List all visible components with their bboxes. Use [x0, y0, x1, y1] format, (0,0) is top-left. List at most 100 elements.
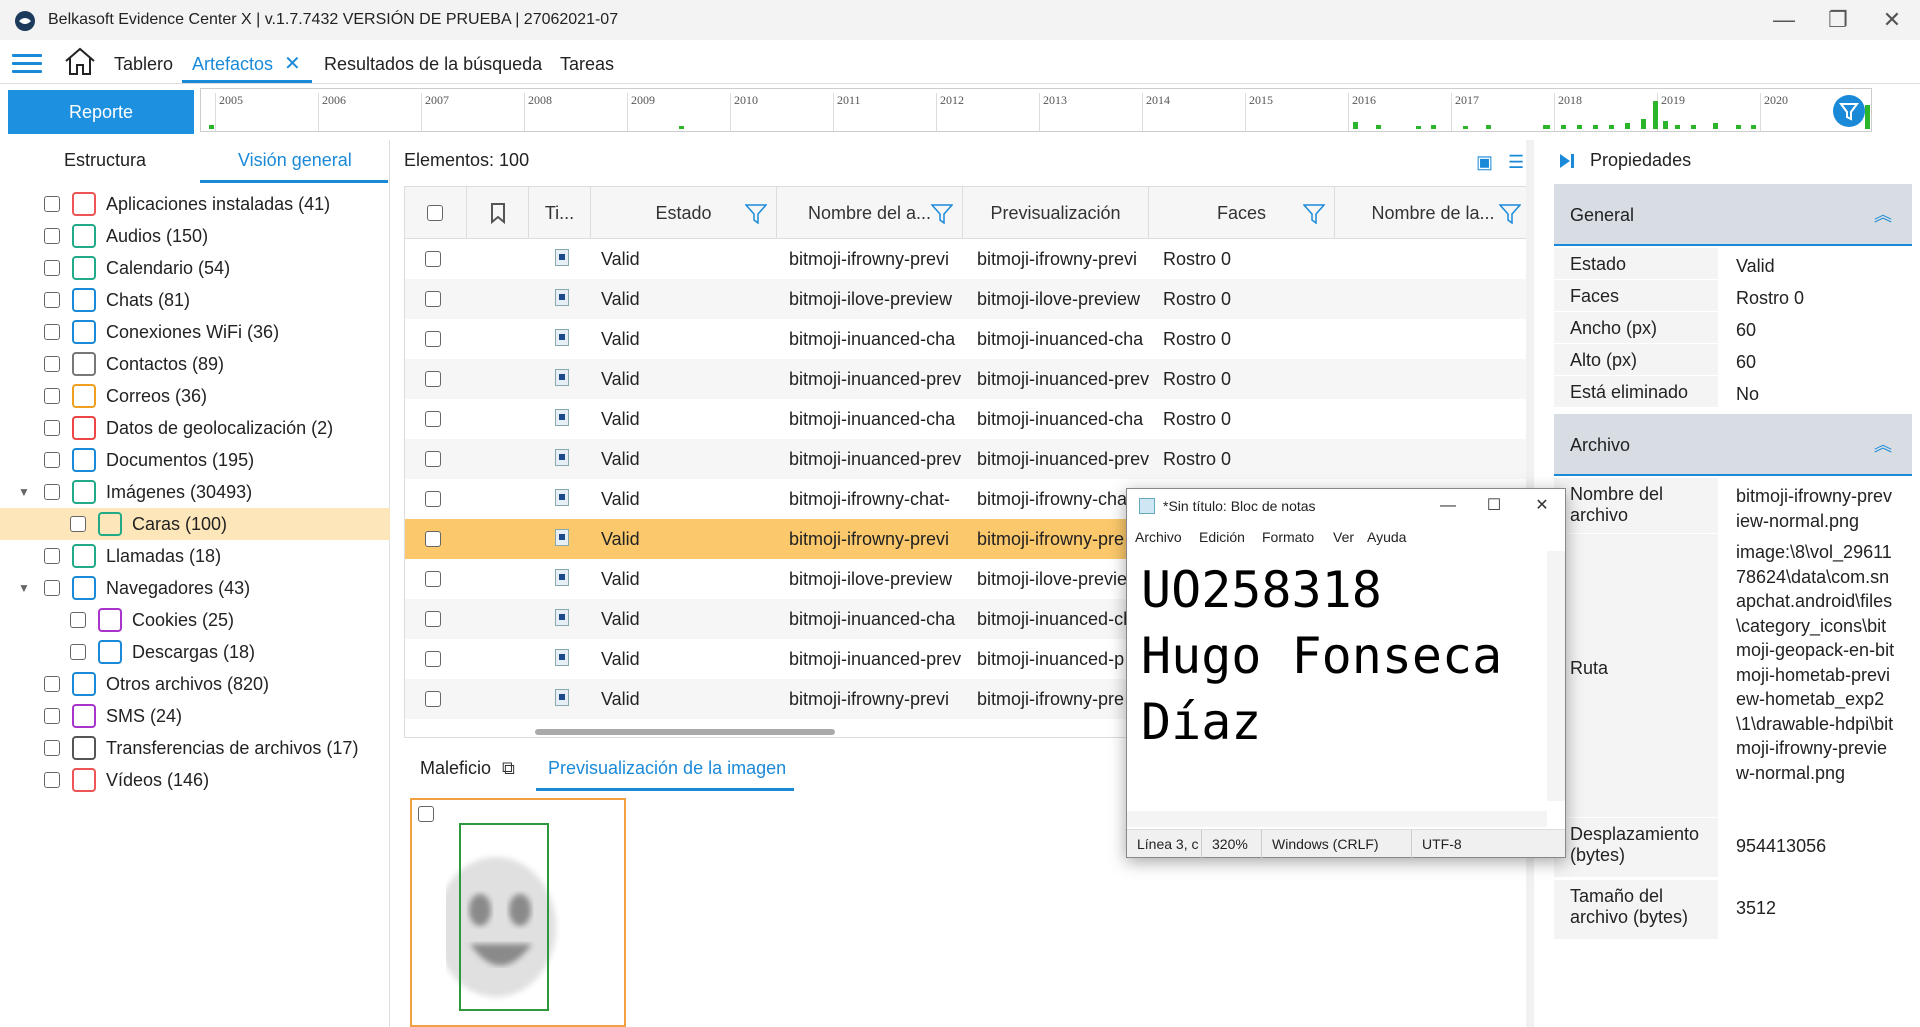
section-general[interactable]: General ︽ [1554, 184, 1912, 246]
row-checkbox[interactable] [425, 331, 441, 347]
collapse-panel-icon[interactable] [1558, 152, 1576, 170]
filter-faces-icon[interactable] [1303, 204, 1325, 224]
preview-checkbox[interactable] [418, 806, 434, 822]
hamburger-menu-icon[interactable] [12, 54, 42, 74]
tab-vision-general[interactable]: Visión general [238, 150, 352, 171]
row-checkbox[interactable] [425, 571, 441, 587]
select-all-checkbox[interactable] [427, 205, 443, 221]
table-row[interactable]: Valid bitmoji-ifrowny-previ bitmoji-ifrown… [405, 239, 1529, 279]
tree-item[interactable]: SMS (24) [0, 700, 390, 732]
row-checkbox[interactable] [425, 291, 441, 307]
tree-item[interactable]: Datos de geolocalización (2) [0, 412, 390, 444]
tree-checkbox[interactable] [44, 356, 60, 372]
tree-item[interactable]: Descargas (18) [0, 636, 390, 668]
tree-checkbox[interactable] [44, 292, 60, 308]
report-button[interactable]: Reporte [8, 90, 194, 134]
row-checkbox[interactable] [425, 651, 441, 667]
notepad-horizontal-scrollbar[interactable] [1127, 811, 1547, 827]
section-archivo[interactable]: Archivo ︽ [1554, 414, 1912, 476]
tree-checkbox[interactable] [44, 772, 60, 788]
row-checkbox[interactable] [425, 491, 441, 507]
tree-checkbox[interactable] [44, 196, 60, 212]
tab-artefactos[interactable]: Artefactos [192, 54, 273, 75]
tree-item[interactable]: Transferencias de archivos (17) [0, 732, 390, 764]
tab-estructura[interactable]: Estructura [64, 150, 146, 171]
minimize-icon[interactable]: — [1764, 5, 1804, 35]
tab-resultados-busqueda[interactable]: Resultados de la búsqueda [324, 54, 542, 75]
tree-item[interactable]: Documentos (195) [0, 444, 390, 476]
tree-checkbox[interactable] [44, 580, 60, 596]
expand-arrow-icon[interactable]: ▼ [18, 572, 30, 604]
timeline-filter-icon[interactable] [1833, 95, 1865, 127]
tree-checkbox[interactable] [44, 708, 60, 724]
tree-checkbox[interactable] [44, 676, 60, 692]
tree-item[interactable]: ▼ Navegadores (43) [0, 572, 390, 604]
tree-checkbox[interactable] [70, 644, 86, 660]
expand-arrow-icon[interactable]: ▼ [18, 476, 30, 508]
tree-checkbox[interactable] [44, 548, 60, 564]
notepad-text-area[interactable]: UO258318 Hugo Fonseca Díaz [1127, 551, 1547, 801]
filter-nombre-la-icon[interactable] [1499, 204, 1521, 224]
row-checkbox[interactable] [425, 371, 441, 387]
row-checkbox[interactable] [425, 531, 441, 547]
row-checkbox[interactable] [425, 691, 441, 707]
tree-item[interactable]: Aplicaciones instaladas (41) [0, 188, 390, 220]
header-tipo[interactable]: Ti... [529, 187, 591, 239]
menu-formato[interactable]: Formato [1262, 529, 1314, 545]
row-checkbox[interactable] [425, 411, 441, 427]
menu-ayuda[interactable]: Ayuda [1367, 529, 1406, 545]
chevron-up-icon[interactable]: ︽ [1874, 414, 1892, 476]
chevron-up-icon[interactable]: ︽ [1874, 184, 1892, 246]
external-link-icon[interactable]: ⧉ [502, 758, 515, 779]
tree-item[interactable]: Conexiones WiFi (36) [0, 316, 390, 348]
row-checkbox[interactable] [425, 611, 441, 627]
restore-icon[interactable]: ❐ [1818, 5, 1858, 35]
tree-checkbox[interactable] [44, 420, 60, 436]
notepad-minimize-icon[interactable]: — [1425, 489, 1471, 523]
table-row[interactable]: Valid bitmoji-inuanced-cha bitmoji-inuance… [405, 399, 1529, 439]
tab-maleficio[interactable]: Maleficio [420, 758, 491, 779]
tree-item[interactable]: Audios (150) [0, 220, 390, 252]
table-row[interactable]: Valid bitmoji-inuanced-prev bitmoji-inuanc… [405, 359, 1529, 399]
filter-nombre-icon[interactable] [931, 204, 953, 224]
header-previsualizacion[interactable]: Previsualización [963, 187, 1149, 239]
tree-checkbox[interactable] [70, 612, 86, 628]
list-view-icon[interactable]: ☰ [1508, 152, 1524, 173]
gallery-view-icon[interactable]: ▣ [1476, 152, 1493, 173]
table-row[interactable]: Valid bitmoji-ilove-preview bitmoji-ilove-… [405, 279, 1529, 319]
tree-item[interactable]: Chats (81) [0, 284, 390, 316]
tree-item[interactable]: Calendario (54) [0, 252, 390, 284]
tree-item[interactable]: Cookies (25) [0, 604, 390, 636]
tree-item[interactable]: Correos (36) [0, 380, 390, 412]
tree-checkbox[interactable] [44, 260, 60, 276]
tree-item[interactable]: Vídeos (146) [0, 764, 390, 796]
tree-item[interactable]: ▼ Imágenes (30493) [0, 476, 390, 508]
tree-item[interactable]: Contactos (89) [0, 348, 390, 380]
tree-checkbox[interactable] [44, 228, 60, 244]
menu-ver[interactable]: Ver [1333, 529, 1354, 545]
tree-item[interactable]: Otros archivos (820) [0, 668, 390, 700]
tree-checkbox[interactable] [70, 516, 86, 532]
tree-checkbox[interactable] [44, 388, 60, 404]
image-preview[interactable] [410, 798, 626, 1027]
tree-checkbox[interactable] [44, 324, 60, 340]
filter-estado-icon[interactable] [745, 204, 767, 224]
tree-checkbox[interactable] [44, 740, 60, 756]
table-row[interactable]: Valid bitmoji-inuanced-prev bitmoji-inuanc… [405, 439, 1529, 479]
menu-archivo[interactable]: Archivo [1135, 529, 1182, 545]
horizontal-scrollbar[interactable] [535, 729, 835, 735]
header-bookmark[interactable] [467, 187, 529, 239]
header-select-all[interactable] [405, 187, 467, 239]
tab-tablero[interactable]: Tablero [114, 54, 173, 75]
close-tab-icon[interactable]: ✕ [284, 51, 301, 76]
notepad-close-icon[interactable]: ✕ [1519, 489, 1565, 523]
tree-checkbox[interactable] [44, 452, 60, 468]
row-checkbox[interactable] [425, 451, 441, 467]
tab-previsualizacion-imagen[interactable]: Previsualización de la imagen [548, 758, 786, 779]
row-checkbox[interactable] [425, 251, 441, 267]
table-row[interactable]: Valid bitmoji-inuanced-cha bitmoji-inuance… [405, 319, 1529, 359]
close-icon[interactable]: ✕ [1872, 5, 1912, 35]
home-icon[interactable] [62, 45, 98, 77]
notepad-vertical-scrollbar[interactable] [1547, 551, 1565, 801]
notepad-title-bar[interactable]: *Sin título: Bloc de notas — ☐ ✕ [1127, 489, 1565, 523]
